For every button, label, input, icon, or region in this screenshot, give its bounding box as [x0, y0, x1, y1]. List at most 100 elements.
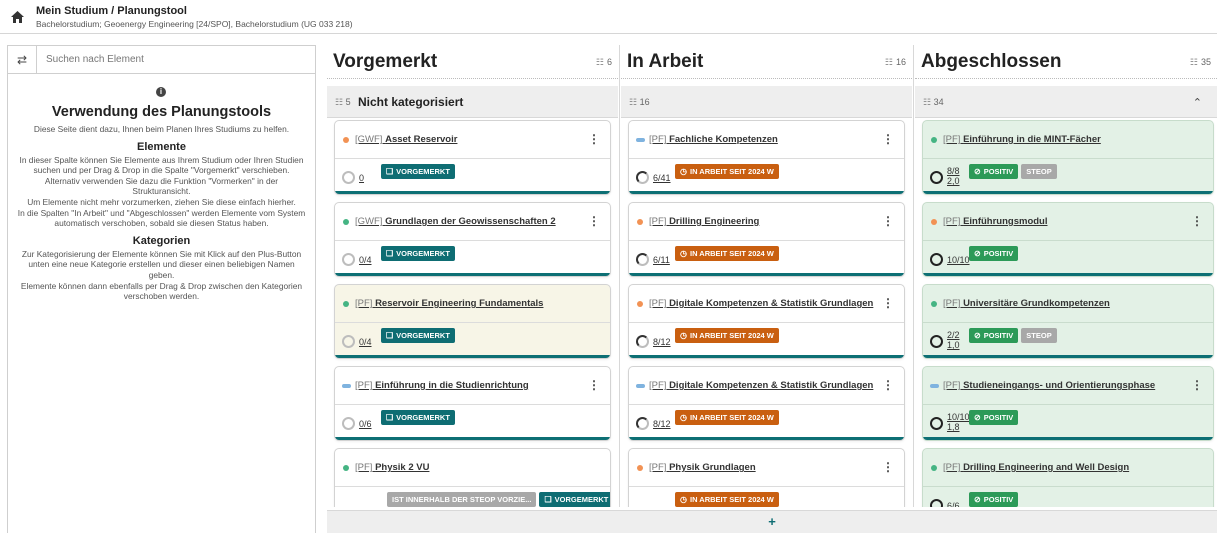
chevron-up-icon[interactable]: ⌃ — [1193, 96, 1202, 109]
element-card[interactable]: [GWF] Asset Reservoir ⋮ 0 ❑ VORGEMERKT — [334, 120, 611, 195]
element-card[interactable]: [PF] Einführung in die MINT-Fächer 8/8 2,0… — [922, 120, 1214, 195]
element-card[interactable]: [PF] Physik 2 VU IST INNERHALB DER STEOP … — [334, 448, 611, 507]
element-card[interactable]: [PF] Einführungsmodul ⋮ 10/10 ⊘ POSITIV — [922, 202, 1214, 277]
card-title-link[interactable]: [PF] Drilling Engineering and Well Desig… — [943, 462, 1129, 473]
status-badge: ❑ VORGEMERKT — [539, 492, 610, 507]
status-badge: IST INNERHALB DER STEOP VORZIE... — [387, 492, 537, 507]
swap-icon[interactable]: ⇄ — [8, 46, 37, 73]
more-options-icon[interactable]: ⋮ — [588, 378, 600, 392]
card-title-link[interactable]: [PF] Drilling Engineering — [649, 216, 759, 227]
card-title-link[interactable]: [PF] Einführung in die MINT-Fächer — [943, 134, 1101, 145]
card-title-link[interactable]: [PF] Einführungsmodul — [943, 216, 1048, 227]
status-badge-label: STEOP — [1026, 167, 1052, 176]
home-icon[interactable] — [11, 11, 24, 23]
card-name: Physik 2 VU — [375, 462, 430, 473]
card-title-link[interactable]: [PF] Digitale Kompetenzen & Statistik Gr… — [649, 380, 873, 391]
list-icon: ☷ — [629, 97, 640, 107]
progress-ring-icon — [342, 171, 355, 184]
column-header: In Arbeit ☷ 16 — [621, 45, 912, 79]
search-bar: ⇄ — [8, 46, 315, 74]
element-card[interactable]: [PF] Fachliche Kompetenzen ⋮ 6/41 ◷ IN ARBEI… — [628, 120, 905, 195]
credit-progress[interactable]: 6/41 — [653, 173, 671, 183]
category-header[interactable]: ☷ 34 ⌃ — [915, 86, 1217, 118]
planning-tool: Mein Studium / Planungstool Bachelorstud… — [0, 0, 1217, 533]
credit-progress[interactable]: 0/6 — [359, 419, 372, 429]
category-count: ☷ 5 — [335, 97, 351, 108]
credit-progress[interactable]: 8/12 — [653, 419, 671, 429]
card-title-link[interactable]: [PF] Universitäre Grundkompetenzen — [943, 298, 1110, 309]
card-title-link[interactable]: [GWF] Asset Reservoir — [355, 134, 457, 145]
more-options-icon[interactable]: ⋮ — [882, 296, 894, 310]
status-badge-label: VORGEMERKT — [396, 331, 450, 340]
more-options-icon[interactable]: ⋮ — [882, 132, 894, 146]
card-title-link[interactable]: [PF] Physik Grundlagen — [649, 462, 756, 473]
element-card[interactable]: [PF] Drilling Engineering ⋮ 6/11 ◷ IN ARBEIT… — [628, 202, 905, 277]
element-card[interactable]: [PF] Universitäre Grundkompetenzen 2/2 1,0… — [922, 284, 1214, 359]
category-header[interactable]: ☷ 16 — [621, 86, 912, 118]
element-card[interactable]: [GWF] Grundlagen der Geowissenschaften 2… — [334, 202, 611, 277]
credit-progress[interactable]: 6/6 — [947, 501, 960, 507]
course-type-icon — [343, 465, 349, 471]
card-title-link[interactable]: [PF] Digitale Kompetenzen & Statistik Gr… — [649, 298, 873, 309]
status-badge-label: VORGEMERKT — [396, 413, 450, 422]
module-type-icon — [636, 138, 645, 142]
more-options-icon[interactable]: ⋮ — [1191, 378, 1203, 392]
search-input[interactable] — [38, 47, 313, 72]
card-accent-bar — [629, 437, 904, 440]
card-name: Drilling Engineering and Well Design — [963, 462, 1130, 473]
credit-progress[interactable]: 6/11 — [653, 255, 670, 265]
credit-progress-value: 8/8 — [947, 166, 960, 176]
card-title-link[interactable]: [GWF] Grundlagen der Geowissenschaften 2 — [355, 216, 556, 227]
credit-progress[interactable]: 0/4 — [359, 337, 372, 347]
categories-heading: Kategorien — [132, 234, 191, 247]
card-header: [GWF] Asset Reservoir ⋮ — [335, 121, 610, 159]
card-title-link[interactable]: [PF] Einführung in die Studienrichtung — [355, 380, 529, 391]
card-header: [PF] Physik 2 VU — [335, 449, 610, 487]
more-options-icon[interactable]: ⋮ — [588, 214, 600, 228]
status-badge-label: IN ARBEIT SEIT 2024 W — [689, 249, 774, 258]
more-options-icon[interactable]: ⋮ — [882, 378, 894, 392]
element-card[interactable]: [PF] Digitale Kompetenzen & Statistik Gr… — [628, 284, 905, 359]
element-card[interactable]: [PF] Studieneingangs- und Orientierungsp… — [922, 366, 1214, 441]
column-count: ☷ 6 — [596, 57, 612, 68]
column-abgeschlossen: Abgeschlossen ☷ 35 ☷ 34 ⌃ [PF] Einführung in … — [915, 45, 1217, 507]
credit-progress[interactable]: 0/4 — [359, 255, 372, 265]
credit-progress[interactable]: 0 — [359, 173, 364, 183]
elements-text: In dieser Spalte können Sie Elemente aus… — [17, 154, 306, 229]
add-category-button[interactable]: + — [327, 510, 1217, 533]
status-badge-label: POSITIV — [983, 249, 1014, 258]
element-card[interactable]: [PF] Digitale Kompetenzen & Statistik Gr… — [628, 366, 905, 441]
check-circle-icon: ⊘ — [974, 413, 981, 422]
column-in-arbeit: In Arbeit ☷ 16 ☷ 16 [PF] Fachliche Kompetenz… — [621, 45, 912, 507]
card-title-link[interactable]: [PF] Reservoir Engineering Fundamentals — [355, 298, 543, 309]
bookmark-icon: ❑ — [386, 167, 394, 176]
more-options-icon[interactable]: ⋮ — [588, 132, 600, 146]
element-card[interactable]: [PF] Drilling Engineering and Well Desig… — [922, 448, 1214, 507]
status-badges: IST INNERHALB DER STEOP VORZIE... ❑ VORGEM… — [387, 492, 610, 507]
status-badge: ⊘ POSITIV — [969, 492, 1019, 507]
card-title-link[interactable]: [PF] Physik 2 VU — [355, 462, 429, 473]
status-badge: ◷ IN ARBEIT SEIT 2024 W — [675, 246, 779, 261]
card-accent-bar — [335, 191, 610, 194]
element-card[interactable]: [PF] Einführung in die Studienrichtung ⋮ 0… — [334, 366, 611, 441]
status-badges: ◷ IN ARBEIT SEIT 2024 W — [675, 492, 779, 507]
card-title-link[interactable]: [PF] Studieneingangs- und Orientierungsp… — [943, 380, 1155, 391]
credit-progress[interactable]: 10/10 — [947, 255, 970, 265]
credit-progress[interactable]: 8/8 2,0 — [947, 166, 960, 186]
credit-progress[interactable]: 10/10 1,8 — [947, 412, 970, 432]
category-header[interactable]: ☷ 5 Nicht kategorisiert — [327, 86, 618, 118]
more-options-icon[interactable]: ⋮ — [882, 460, 894, 474]
status-badge: ◷ IN ARBEIT SEIT 2024 W — [675, 164, 779, 179]
more-options-icon[interactable]: ⋮ — [882, 214, 894, 228]
element-card[interactable]: [PF] Reservoir Engineering Fundamentals 0… — [334, 284, 611, 359]
element-card[interactable]: [PF] Physik Grundlagen ⋮ ◷ IN ARBEIT SEIT 2… — [628, 448, 905, 507]
course-type-icon — [637, 301, 643, 307]
credit-progress[interactable]: 8/12 — [653, 337, 671, 347]
card-name: Reservoir Engineering Fundamentals — [375, 298, 544, 309]
card-title-link[interactable]: [PF] Fachliche Kompetenzen — [649, 134, 778, 145]
more-options-icon[interactable]: ⋮ — [1191, 214, 1203, 228]
course-type-icon — [343, 301, 349, 307]
course-type-icon — [343, 137, 349, 143]
categories-text: Zur Kategorisierung der Elemente können … — [20, 248, 303, 302]
credit-progress[interactable]: 2/2 1,0 — [947, 330, 960, 350]
